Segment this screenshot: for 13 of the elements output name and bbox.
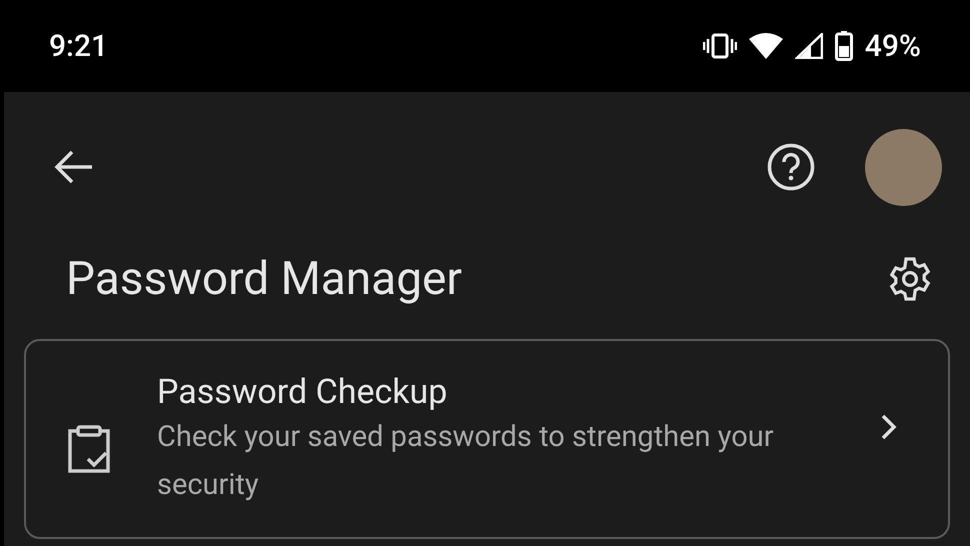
chevron-right-icon bbox=[880, 413, 898, 441]
help-icon[interactable] bbox=[767, 143, 815, 191]
card-title: Password Checkup bbox=[157, 371, 448, 413]
card-description: Check your saved passwords to strengthen your security bbox=[157, 419, 775, 504]
clipboard-check-icon bbox=[66, 425, 112, 473]
battery-icon bbox=[834, 31, 853, 61]
password-checkup-card[interactable]: Password Checkup Check your saved passwords to strengthen your security bbox=[24, 339, 950, 539]
status-time: 9:21 bbox=[49, 28, 108, 66]
page-title: Password Manager bbox=[66, 250, 462, 308]
vibrate-icon bbox=[702, 33, 737, 59]
battery-percent: 49% bbox=[864, 28, 921, 66]
signal-icon bbox=[794, 33, 823, 59]
wifi-icon bbox=[748, 33, 783, 59]
